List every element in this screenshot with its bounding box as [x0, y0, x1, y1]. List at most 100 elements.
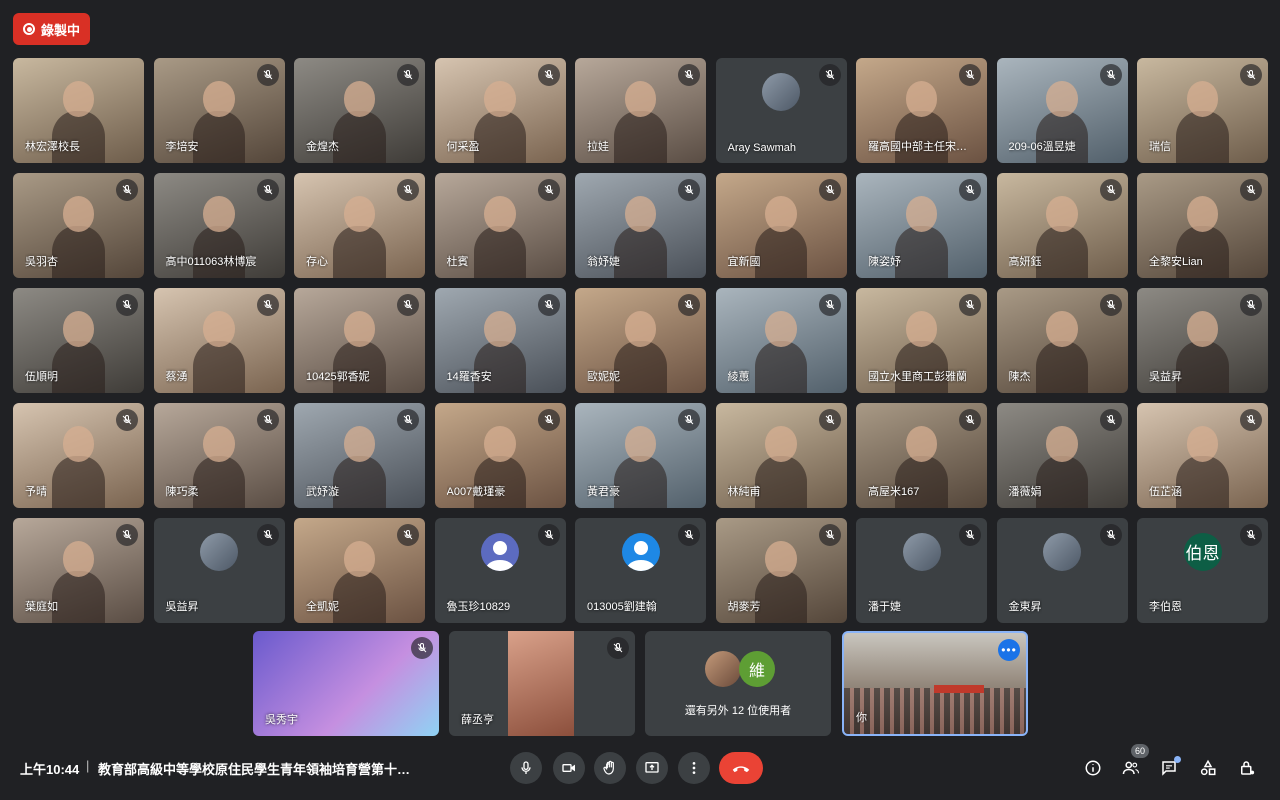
participant-tile[interactable]: 拉娃 [575, 58, 706, 163]
raise-hand-button[interactable] [594, 752, 626, 784]
participant-tile[interactable]: 李培安 [153, 58, 285, 163]
participant-tile[interactable]: 林宏澤校長 [13, 58, 144, 163]
mic-off-icon [537, 524, 560, 546]
participant-tile[interactable]: 胡麥芳 [715, 518, 847, 623]
participant-tile[interactable]: 林純甫 [715, 403, 847, 508]
participant-name: 翁妤婕 [587, 256, 620, 268]
participant-face [905, 196, 938, 232]
mic-icon [521, 761, 531, 774]
meeting-info-button[interactable] [1081, 756, 1105, 780]
participant-tile[interactable]: 伍芷涵 [1137, 403, 1268, 508]
participant-tile[interactable]: Aray Sawmah [715, 58, 847, 163]
mic-off-icon [678, 294, 700, 316]
participant-tile[interactable]: 瑞信 [1137, 58, 1268, 163]
participant-video [508, 631, 574, 736]
participant-tile[interactable]: 陳巧柔 [153, 403, 285, 508]
camera-button[interactable] [553, 752, 585, 784]
participant-tile[interactable]: 陳杰 [996, 288, 1128, 393]
participant-tile[interactable]: A007戴瑾豪 [434, 403, 566, 508]
participant-tile[interactable]: 金東昇 [996, 518, 1128, 623]
participant-tile[interactable]: 潘薇娟 [996, 403, 1128, 508]
participant-name: 高中011063林博宸 [165, 256, 257, 268]
participant-tile[interactable]: 高屋米167 [856, 403, 987, 508]
recording-indicator[interactable]: 錄製中 [13, 13, 91, 45]
participant-tile[interactable]: 歐妮妮 [575, 288, 706, 393]
more-options-button[interactable] [678, 752, 710, 784]
participant-tile[interactable]: 薛丞亨 [449, 631, 635, 736]
participant-tile[interactable]: 高妍鈺 [996, 173, 1128, 278]
participant-name: 薛丞亨 [461, 714, 494, 726]
participant-tile[interactable]: 宜新國 [715, 173, 847, 278]
participant-tile[interactable]: 吳羽杏 [13, 173, 144, 278]
participant-tile[interactable]: 013005劉建翰 [575, 518, 706, 623]
present-screen-button[interactable] [636, 752, 668, 784]
mic-off-icon [959, 294, 981, 316]
participant-video [754, 341, 808, 393]
microphone-button[interactable] [510, 752, 542, 784]
participant-tile[interactable]: 高中011063林博宸 [153, 173, 285, 278]
participant-name: 林宏澤校長 [25, 141, 80, 153]
participant-face [765, 311, 797, 347]
participant-tile[interactable]: 綾蕙 [715, 288, 847, 393]
separator: | [86, 758, 90, 773]
participant-tile[interactable]: 伍順明 [13, 288, 144, 393]
clock: 上午10:44 [20, 762, 80, 777]
leave-call-button[interactable] [719, 752, 763, 784]
participant-tile[interactable]: 國立水里商工彭雅蘭 [856, 288, 987, 393]
activities-button[interactable] [1196, 756, 1220, 780]
participant-face [624, 81, 657, 117]
avatar: 伯恩 [1183, 532, 1222, 571]
participant-tile[interactable]: 吳益昇 [153, 518, 285, 623]
participant-tile[interactable]: 何采盈 [434, 58, 566, 163]
mic-off-icon [1099, 64, 1122, 86]
participant-name: 胡麥芳 [727, 601, 761, 613]
mic-off-icon [116, 524, 138, 546]
more-options-icon[interactable]: ••• [998, 639, 1020, 661]
people-icon [1122, 761, 1140, 775]
participant-tile[interactable]: 潘于婕 [856, 518, 987, 623]
participant-tile[interactable]: 杜賓 [434, 173, 566, 278]
participant-name: 伍順明 [25, 371, 58, 383]
participant-face [203, 311, 235, 347]
participant-tile[interactable]: 伯恩 李伯恩 [1137, 518, 1268, 623]
participant-tile[interactable]: 翁妤婕 [575, 173, 706, 278]
participant-tile[interactable]: 10425郭香妮 [294, 288, 425, 393]
participant-tile[interactable]: 蔡湧 [153, 288, 285, 393]
participant-tile[interactable]: 存心 [294, 173, 425, 278]
self-tile[interactable]: ••• 你 [842, 631, 1028, 736]
participant-tile[interactable]: 羅高國中部主任宋… [856, 58, 987, 163]
participant-tile[interactable]: 全黎安Lian [1137, 173, 1268, 278]
participant-name: 羅高國中部主任宋… [868, 141, 967, 153]
participant-tile[interactable]: 金煌杰 [294, 58, 425, 163]
participant-video [473, 111, 527, 163]
participant-tile[interactable]: 陳姿妤 [856, 173, 987, 278]
participant-tile[interactable]: 209-06溫昱婕 [996, 58, 1128, 163]
people-button[interactable] [1119, 756, 1143, 780]
participant-tile[interactable]: 14羅香安 [434, 288, 566, 393]
participant-name: 金東昇 [1008, 601, 1042, 613]
participant-tile[interactable]: 魯玉珍10829 [434, 518, 566, 623]
participant-tile[interactable]: 吳益昇 [1137, 288, 1268, 393]
participant-face [765, 426, 797, 462]
participant-video [333, 226, 386, 278]
participant-face [1186, 426, 1219, 462]
mic-off-icon [256, 64, 279, 86]
participant-tile[interactable]: 黃君豪 [575, 403, 706, 508]
participant-name: 武妤漩 [306, 486, 339, 498]
participant-tile[interactable]: 葉庭如 [13, 518, 144, 623]
participant-video [1176, 111, 1229, 163]
host-controls-button[interactable] [1235, 756, 1259, 780]
participant-name: 高屋米167 [868, 486, 920, 498]
participant-tile[interactable]: 武妤漩 [294, 403, 425, 508]
participant-tile[interactable]: 予晴 [13, 403, 144, 508]
mic-off-icon [818, 64, 841, 86]
participant-face [343, 426, 376, 462]
others-tile[interactable]: 維 還有另外 12 位使用者 [645, 631, 831, 736]
participant-name: 吳益昇 [165, 601, 199, 613]
participant-tile[interactable]: 全凱妮 [294, 518, 425, 623]
mic-off-icon [1099, 294, 1122, 316]
participant-face [203, 196, 235, 232]
participant-face [905, 311, 938, 347]
participant-tile[interactable]: 吳秀宇 [253, 631, 439, 736]
mic-off-icon [959, 64, 981, 86]
